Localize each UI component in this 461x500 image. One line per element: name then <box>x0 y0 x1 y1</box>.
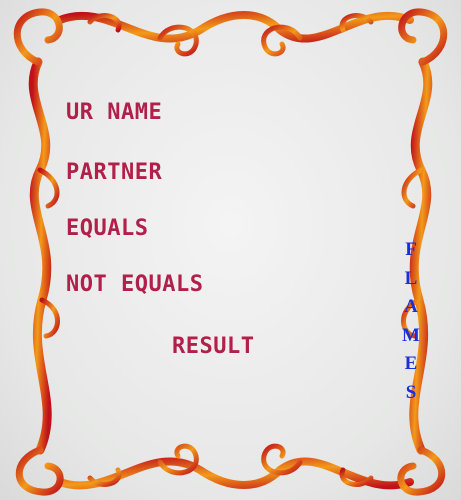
flames-letter-a: A <box>404 296 418 317</box>
equals-label: EQUALS <box>66 216 149 241</box>
result-button[interactable]: RESULT <box>172 334 254 359</box>
flames-letter-f: F <box>405 239 417 260</box>
flames-vertical-text: F L A M E S <box>400 236 422 407</box>
not-equals-label: NOT EQUALS <box>66 272 204 297</box>
flames-letter-m: M <box>402 324 420 346</box>
flames-letter-e: E <box>404 353 418 374</box>
ornamental-frame <box>13 8 448 496</box>
flames-letter-l: L <box>404 267 418 289</box>
partner-name-label: PARTNER <box>66 160 163 185</box>
your-name-label: UR NAME <box>66 100 163 125</box>
flames-letter-s: S <box>405 381 417 403</box>
